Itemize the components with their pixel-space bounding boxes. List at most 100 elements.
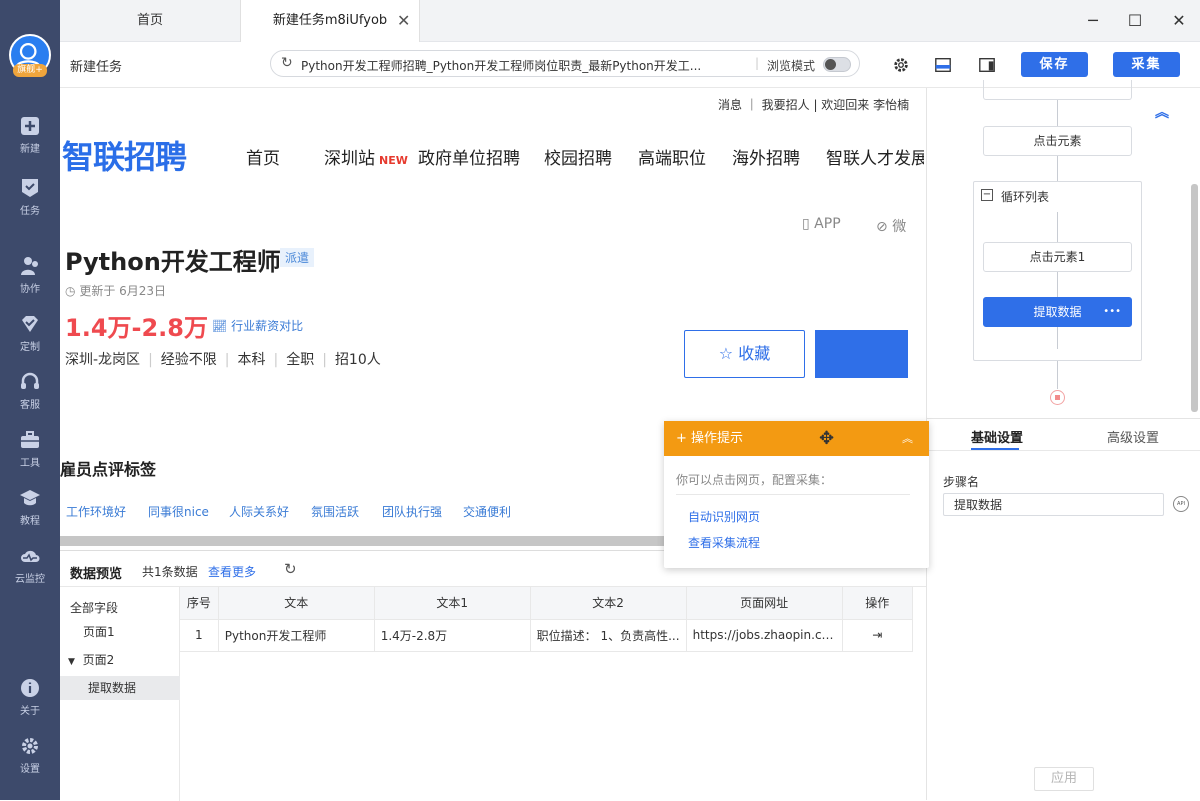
review-tag[interactable]: 氛围活跃 — [311, 503, 359, 520]
move-icon[interactable]: ✥ — [819, 421, 834, 456]
cell-url[interactable]: https://jobs.zhaopin.com/... — [686, 619, 843, 652]
vip-badge: 旗舰+ — [13, 64, 47, 77]
sidebar-item-tutorial[interactable]: 教程 — [0, 488, 60, 540]
close-icon[interactable]: ✕ — [397, 0, 410, 42]
nav-campus[interactable]: 校园招聘 — [544, 144, 612, 169]
field-all[interactable]: 全部字段 — [60, 596, 180, 620]
flow-node-extract[interactable]: 提取数据 ••• — [983, 297, 1132, 327]
people-icon — [21, 257, 38, 275]
collect-button[interactable]: 采集 — [1113, 52, 1180, 77]
layout-right-icon[interactable] — [978, 56, 996, 74]
review-tag[interactable]: 团队执行强 — [382, 503, 442, 520]
hint-header[interactable]: + 操作提示 ✥ ︽ — [664, 421, 929, 456]
sidebar-item-settings[interactable]: 设置 — [0, 736, 60, 788]
tab-home[interactable]: 首页 — [60, 0, 240, 42]
tab-advanced-settings[interactable]: 高级设置 — [1107, 427, 1159, 446]
preview-title: 数据预览 — [70, 567, 123, 582]
nav-home[interactable]: 首页 — [246, 144, 280, 169]
collapse-minus-icon[interactable]: − — [981, 189, 993, 201]
review-tag[interactable]: 工作环境好 — [66, 503, 126, 520]
top-links[interactable]: 消息 ｜ 我要招人 | 欢迎回来 李怡楠 — [718, 96, 909, 113]
url-text[interactable]: Python开发工程师招聘_Python开发工程师岗位职责_最新Python开发… — [301, 57, 701, 74]
apply-button[interactable] — [815, 330, 908, 378]
layout-bottom-icon[interactable] — [934, 56, 952, 74]
horizontal-scrollbar[interactable] — [60, 536, 666, 546]
loop-label: 循环列表 — [1001, 190, 1050, 204]
sidebar-item-label: 教程 — [20, 516, 40, 527]
url-bar[interactable]: ↻ Python开发工程师招聘_Python开发工程师岗位职责_最新Python… — [270, 50, 860, 77]
tab-new-task[interactable]: 新建任务m8iUfyob ✕ — [240, 0, 420, 42]
sidebar-item-new[interactable]: 新建 — [0, 116, 60, 168]
step-name-input[interactable] — [943, 493, 1164, 516]
record-count: 共1条数据 — [142, 565, 198, 579]
login-arrow-icon[interactable]: ⇥ — [872, 628, 882, 642]
favorite-button[interactable]: ☆ 收藏 — [684, 330, 805, 378]
collapse-up-icon[interactable]: ︽ — [902, 421, 913, 456]
tab-bar: 首页 新建任务m8iUfyob ✕ ─ ☐ ✕ — [60, 0, 1200, 42]
browse-mode-label: 浏览模式 — [767, 59, 816, 73]
salary-compare-link[interactable]: 📈︎ 行业薪资对比 — [212, 317, 303, 334]
nav-government[interactable]: 政府单位招聘 — [418, 144, 520, 169]
salary[interactable]: 1.4万-2.8万 — [65, 308, 208, 343]
settings-gear-icon[interactable] — [892, 56, 910, 74]
toolbox-icon — [21, 431, 39, 448]
col-header: 文本 — [218, 587, 375, 620]
cell-text2[interactable]: 职位描述： 1、负责高性... — [530, 619, 687, 652]
updated-text: 更新于 6月23日 — [79, 284, 167, 298]
site-logo[interactable]: 智联招聘 — [62, 132, 187, 178]
sidebar-item-tools[interactable]: 工具 — [0, 430, 60, 482]
tab-basic-settings[interactable]: 基础设置 — [971, 427, 1023, 446]
nav-shenzhen[interactable]: 深圳站 NEW — [324, 144, 408, 169]
sidebar-item-support[interactable]: 客服 — [0, 372, 60, 424]
sidebar-item-tasks[interactable]: 任务 — [0, 178, 60, 230]
table-header-row: 序号 文本 文本1 文本2 页面网址 操作 — [180, 587, 914, 620]
api-icon[interactable]: API — [1173, 496, 1189, 512]
review-tag[interactable]: 交通便利 — [463, 503, 511, 520]
flow-node-click1[interactable]: 点击元素1 — [983, 242, 1132, 272]
view-more-link[interactable]: 查看更多 — [208, 563, 256, 580]
sidebar-item-custom[interactable]: 定制 — [0, 314, 60, 366]
operation-hint-popup: + 操作提示 ✥ ︽ 你可以点击网页，配置采集： 自动识别网页 查看采集流程 — [664, 421, 929, 568]
diamond-check-icon — [22, 316, 38, 332]
flow-node-click[interactable]: 点击元素 — [983, 126, 1132, 156]
col-header: 序号 — [180, 587, 219, 620]
flow-scrollbar[interactable] — [1191, 184, 1198, 412]
graduation-cap-icon — [20, 490, 40, 506]
refresh-icon[interactable]: ↻ — [281, 55, 293, 71]
browse-mode-toggle[interactable] — [823, 57, 851, 72]
wechat-link[interactable]: ⊘ 微 — [876, 216, 906, 236]
review-tag[interactable]: 人际关系好 — [229, 503, 289, 520]
sidebar-item-label: 云监控 — [15, 574, 45, 585]
sidebar-item-about[interactable]: 关于 — [0, 678, 60, 730]
field-extract[interactable]: 提取数据 — [60, 676, 180, 700]
flow-node-partial[interactable] — [983, 80, 1132, 100]
nav-overseas[interactable]: 海外招聘 — [732, 144, 800, 169]
app-link[interactable]: ▯ APP — [802, 216, 841, 232]
view-flow-link[interactable]: 查看采集流程 — [688, 534, 760, 551]
field-page1[interactable]: 页面1 — [60, 620, 180, 644]
table-row[interactable]: 1 Python开发工程师 1.4万-2.8万 职位描述： 1、负责高性... … — [180, 619, 914, 652]
nav-talent[interactable]: 智联人才发展 — [826, 144, 924, 169]
window-close-icon[interactable]: ✕ — [1166, 8, 1192, 34]
sidebar-item-cloud-monitor[interactable]: 云监控 — [0, 546, 60, 598]
job-title[interactable]: Python开发工程师 — [65, 242, 281, 277]
cell-text[interactable]: Python开发工程师 — [218, 619, 375, 652]
sidebar-item-label: 任务 — [20, 206, 40, 217]
nav-senior[interactable]: 高端职位 — [638, 144, 706, 169]
flow-connector — [1057, 361, 1058, 389]
auto-detect-link[interactable]: 自动识别网页 — [688, 508, 760, 525]
cell-text1[interactable]: 1.4万-2.8万 — [374, 619, 531, 652]
minimize-icon[interactable]: ─ — [1080, 8, 1106, 34]
review-tag[interactable]: 同事很nice — [148, 503, 209, 520]
maximize-icon[interactable]: ☐ — [1122, 8, 1148, 34]
refresh-icon[interactable]: ↻ — [284, 560, 297, 578]
apply-button[interactable]: 应用 — [1034, 767, 1094, 791]
meta-education: 本科 — [237, 352, 266, 368]
more-icon[interactable]: ••• — [1103, 298, 1121, 326]
field-page2[interactable]: ▼ 页面2 — [60, 648, 180, 672]
sidebar-item-label: 工具 — [20, 458, 40, 469]
save-button[interactable]: 保存 — [1021, 52, 1088, 77]
sidebar-item-collab[interactable]: 协作 — [0, 256, 60, 308]
meta-headcount: 招10人 — [334, 352, 381, 368]
collapse-up-icon[interactable]: ︽ — [1155, 102, 1169, 122]
